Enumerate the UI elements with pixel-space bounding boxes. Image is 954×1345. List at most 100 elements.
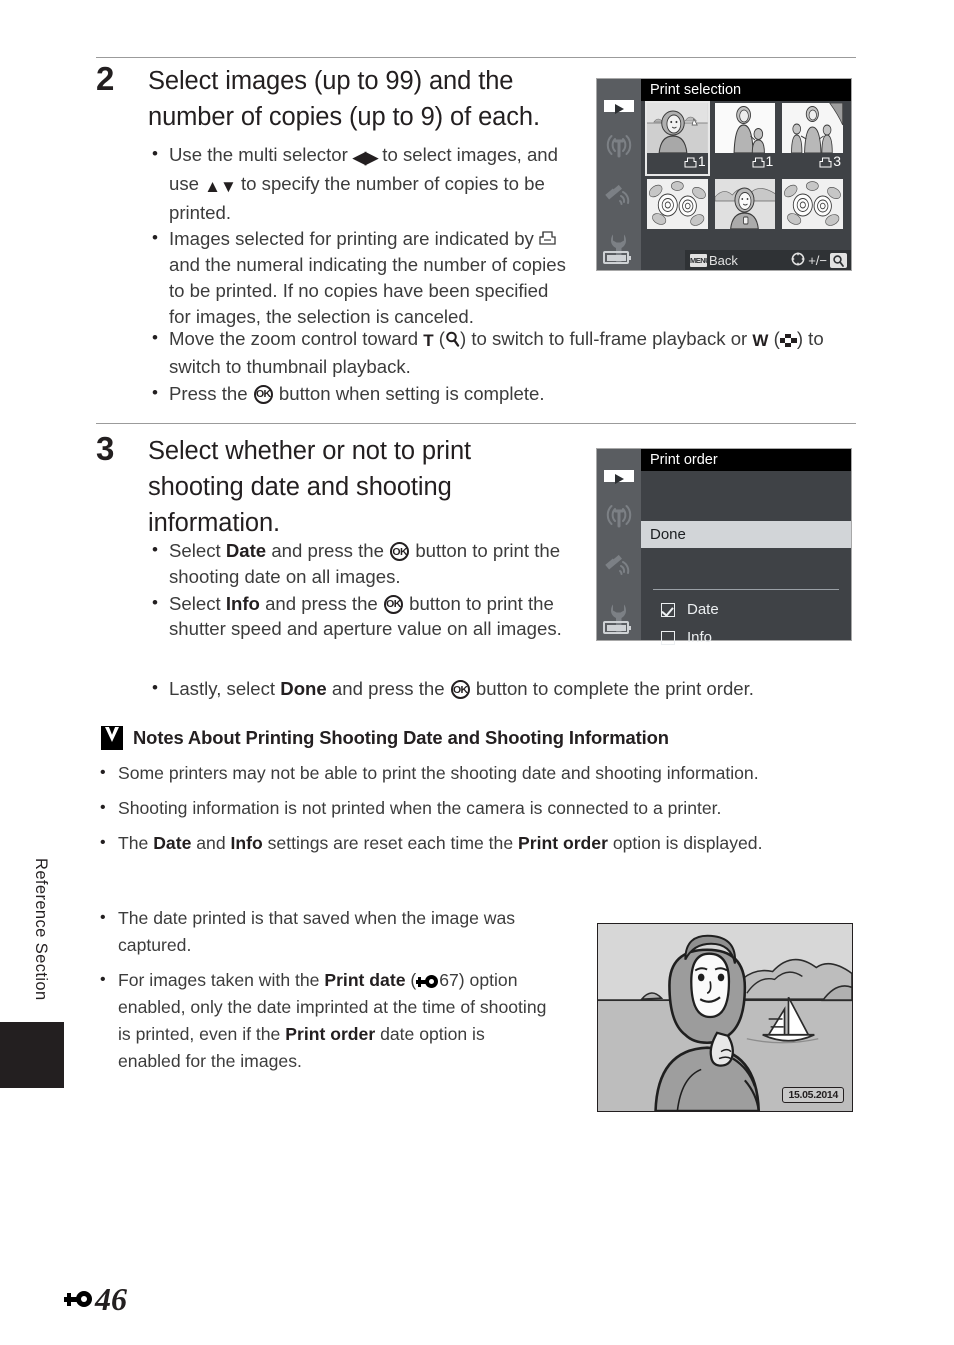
thumbnail-grid-icon — [779, 334, 797, 347]
list-item[interactable] — [714, 179, 776, 250]
note-title: Notes About Printing Shooting Date and S… — [133, 727, 669, 748]
date-option-label: Date — [225, 540, 267, 561]
thumbnail-image — [647, 103, 708, 153]
ok-button-icon: OK — [450, 680, 470, 699]
info-checkbox-row[interactable]: Info — [661, 629, 712, 646]
divider-top — [96, 57, 856, 58]
date-term: Date — [153, 833, 192, 853]
step-2-bullets: Use the multi selector ◀▶ to select imag… — [150, 141, 570, 331]
print-order-icon — [539, 228, 556, 246]
up-down-arrows-icon: ▲▼ — [204, 176, 237, 196]
plus-minus-label: +/− — [808, 252, 827, 268]
print-selection-title: Print selection — [641, 79, 851, 101]
list-item: Select Info and press the OK button to p… — [150, 590, 570, 643]
bottom-right-group: +/− — [791, 252, 847, 269]
thumbnail-image — [714, 103, 776, 153]
print-date-term: Print date — [324, 970, 406, 990]
nikon-reference-symbol-icon — [64, 1289, 94, 1309]
print-order-screen: Print order Done Date Info — [596, 448, 852, 646]
ok-button-icon: OK — [390, 542, 410, 561]
playback-icon[interactable] — [604, 100, 634, 114]
camera-menu-sidebar — [597, 79, 641, 270]
print-selection-bottom-bar: MENU Back +/− — [685, 250, 851, 270]
back-label[interactable]: Back — [709, 253, 738, 268]
page-footer: 46 — [64, 1283, 127, 1315]
page-number: 46 — [95, 1281, 127, 1317]
gps-icon[interactable] — [603, 184, 635, 215]
note-list-top: Some printers may not be able to print t… — [96, 759, 856, 865]
magnifier-key-icon[interactable] — [830, 252, 847, 268]
wifi-icon[interactable] — [604, 134, 634, 165]
print-selection-body: Print selection 1 1 3 MENU Back +/− — [641, 79, 851, 270]
note-header: Notes About Printing Shooting Date and S… — [101, 726, 669, 750]
print-order-icon — [819, 156, 832, 168]
photo-illustration-svg — [598, 924, 852, 1111]
multi-selector-icon — [791, 252, 805, 269]
list-item[interactable]: 1 — [645, 101, 710, 176]
magnifier-icon — [445, 328, 460, 354]
list-item: The Date and Info settings are reset eac… — [96, 829, 856, 857]
left-right-arrows-icon: ◀▶ — [352, 148, 378, 167]
battery-icon — [603, 621, 631, 634]
menu-divider — [653, 589, 839, 590]
print-order-body: Print order Done Date Info — [641, 449, 851, 646]
print-order-term: Print order — [285, 1024, 376, 1044]
list-item: Some printers may not be able to print t… — [96, 759, 856, 787]
print-order-icon — [752, 156, 765, 168]
list-item[interactable] — [647, 179, 708, 250]
list-item: The date printed is that saved when the … — [96, 904, 551, 959]
print-count-value: 1 — [697, 153, 706, 169]
note-list-bottom: The date printed is that saved when the … — [96, 904, 566, 1083]
print-count-value: 3 — [833, 153, 841, 169]
step-2-title: Select images (up to 99) and the number … — [148, 67, 540, 131]
step-2-bullets-wide: Move the zoom control toward T () to swi… — [150, 325, 870, 407]
step-3-number: 3 — [96, 430, 115, 467]
wide-label: W — [752, 331, 769, 350]
print-order-term: Print order — [518, 833, 608, 853]
thumbnail-image — [782, 179, 843, 229]
checkbox-checked-icon[interactable] — [661, 602, 675, 617]
list-item: Move the zoom control toward T () to swi… — [150, 325, 870, 380]
info-option-label: Info — [225, 592, 260, 614]
print-order-icon — [684, 156, 697, 168]
list-item[interactable]: 1 — [714, 103, 776, 174]
print-order-title: Print order — [641, 449, 851, 471]
done-option-label: Done — [280, 678, 327, 699]
playback-icon[interactable] — [604, 470, 634, 484]
wifi-icon[interactable] — [604, 504, 634, 535]
ok-button-icon: OK — [383, 594, 403, 614]
done-menu-row[interactable]: Done — [641, 521, 851, 548]
photo-illustration: 15.05.2014 — [597, 923, 853, 1112]
menu-key-icon: MENU — [690, 253, 711, 267]
step-3-title: Select whether or not to print shooting … — [148, 437, 472, 537]
gps-icon[interactable] — [603, 554, 635, 585]
side-section-label: Reference Section — [32, 858, 50, 1001]
print-count: 3 — [819, 153, 841, 170]
checkbox-unchecked-icon[interactable] — [661, 630, 675, 645]
step-3-bullets-wide: Lastly, select Done and press the OK but… — [150, 675, 880, 703]
step-2-number: 2 — [96, 60, 115, 97]
date-checkbox-row[interactable]: Date — [661, 601, 719, 618]
list-item: Lastly, select Done and press the OK but… — [150, 675, 880, 702]
print-count: 1 — [752, 153, 774, 170]
print-order-icon-svg — [539, 231, 556, 246]
date-label: Date — [687, 601, 719, 618]
list-item[interactable]: 3 — [782, 103, 843, 174]
print-count-value: 1 — [765, 153, 774, 169]
battery-icon — [603, 251, 631, 264]
thumbnail-grid: 1 1 3 — [645, 101, 843, 250]
thumbnail-image — [647, 179, 708, 229]
ok-button-icon: OK — [253, 384, 273, 404]
caution-checkmark-icon — [101, 726, 123, 750]
list-item[interactable] — [782, 179, 843, 250]
print-count: 1 — [684, 153, 706, 170]
section-black-tab — [0, 1022, 64, 1088]
list-item: Images selected for printing are indicat… — [150, 225, 570, 329]
step-3-bullets: Select Date and press the OK button to p… — [150, 537, 570, 643]
date-stamp: 15.05.2014 — [782, 1087, 844, 1103]
tele-label: T — [423, 331, 434, 350]
nikon-reference-symbol-icon — [416, 974, 439, 989]
camera-menu-sidebar — [597, 449, 641, 640]
thumbnail-image — [714, 179, 776, 229]
list-item: For images taken with the Print date (67… — [96, 966, 551, 1075]
